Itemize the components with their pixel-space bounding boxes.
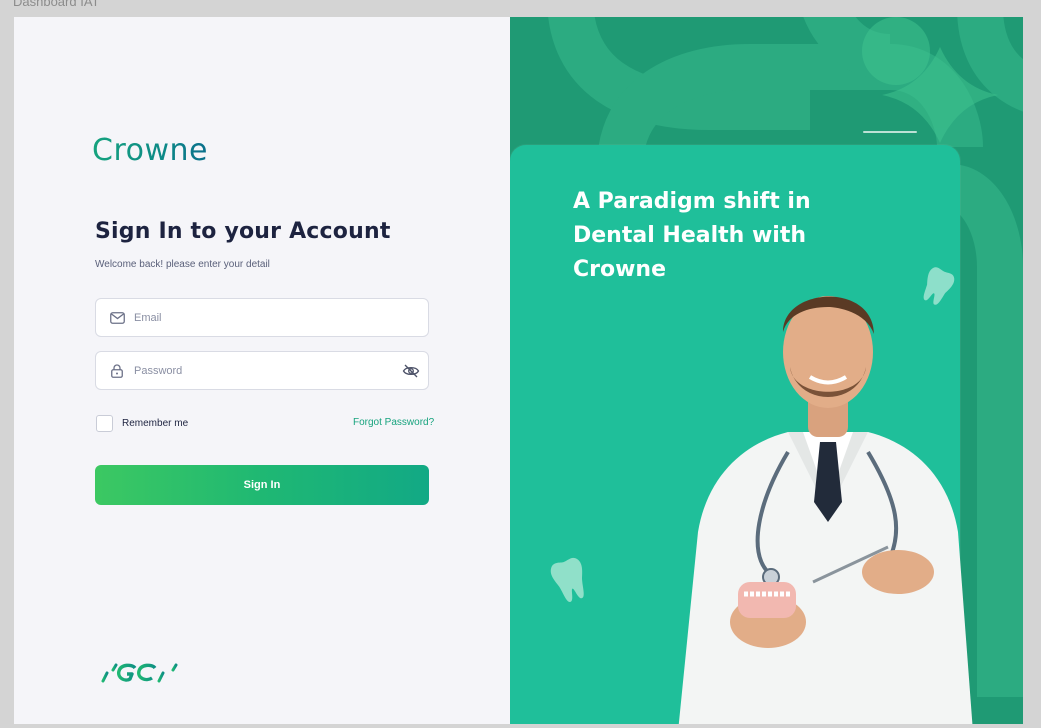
brand-logo: Crowne — [92, 133, 208, 168]
password-input[interactable] — [134, 364, 384, 377]
remember-me[interactable]: Remember me — [96, 415, 188, 432]
forgot-password-link[interactable]: Forgot Password? — [353, 417, 434, 428]
password-field[interactable] — [95, 351, 429, 390]
email-input[interactable] — [134, 311, 384, 324]
eye-off-icon[interactable] — [402, 363, 420, 379]
login-panel: Crowne Sign In to your Account Welcome b… — [14, 17, 510, 724]
window-title: Dashboard IAT — [13, 0, 100, 9]
email-field[interactable] — [95, 298, 429, 337]
page-subtitle: Welcome back! please enter your detail — [95, 259, 270, 270]
slide-indicator — [863, 131, 917, 133]
page-title: Sign In to your Account — [95, 219, 391, 244]
sign-in-button[interactable]: Sign In — [95, 465, 429, 505]
login-screen: Crowne Sign In to your Account Welcome b… — [14, 17, 1023, 724]
doctor-photo — [678, 296, 973, 724]
gc-logo — [101, 663, 178, 683]
mail-icon — [109, 310, 125, 326]
remember-label: Remember me — [122, 418, 189, 429]
lock-icon — [109, 363, 125, 379]
hero-panel: A Paradigm shift in Dental Health with C… — [510, 17, 1023, 724]
remember-checkbox[interactable] — [96, 415, 113, 432]
